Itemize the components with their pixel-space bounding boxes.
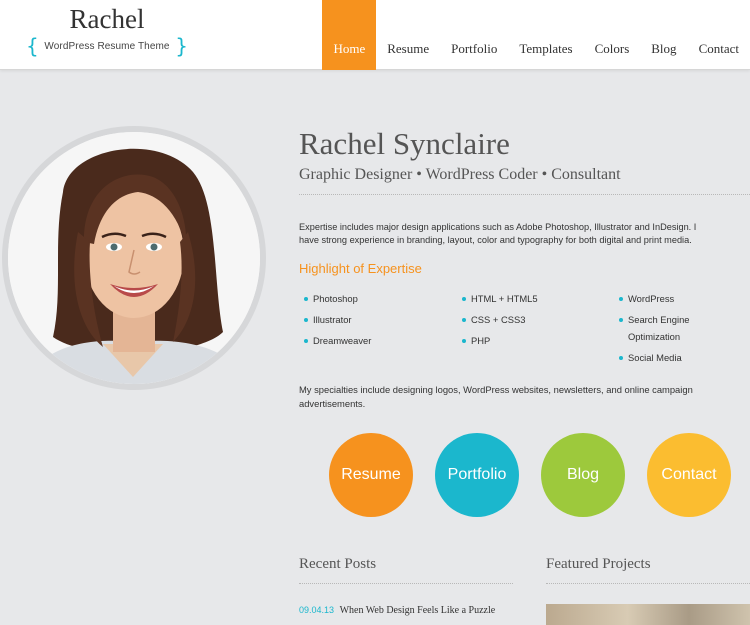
intro-line-2: have strong experience in branding, layo…: [299, 235, 692, 245]
right-brace-icon: }: [175, 34, 188, 58]
intro-text: Expertise includes major design applicat…: [299, 221, 750, 247]
nav-item-resume[interactable]: Resume: [376, 0, 440, 70]
post-date: 09.04.13: [299, 605, 335, 615]
site-tagline: WordPress Resume Theme: [44, 40, 170, 52]
contact-circle-button[interactable]: Contact: [647, 433, 731, 517]
featured-projects-title: Featured Projects: [546, 556, 651, 572]
skill-item: CSS + CSS3: [461, 311, 538, 328]
site-header: Rachel { WordPress Resume Theme } Home R…: [0, 0, 750, 70]
left-brace-icon: {: [26, 34, 39, 58]
post-title-link[interactable]: When Web Design Feels Like a Puzzle: [340, 605, 496, 616]
skill-item: Social Media: [618, 349, 728, 366]
post-item[interactable]: 09.04.13 When Web Design Feels Like a Pu…: [299, 605, 495, 616]
skill-item: Search Engine Optimization: [618, 311, 728, 345]
skills-list-2: HTML + HTML5 CSS + CSS3 PHP: [461, 290, 538, 353]
skill-item: Illustrator: [303, 311, 371, 328]
nav-item-templates[interactable]: Templates: [508, 0, 583, 70]
skill-item: Dreamweaver: [303, 332, 371, 349]
profile-photo-frame: [2, 126, 266, 390]
skills-list-3: WordPress Search Engine Optimization Soc…: [618, 290, 728, 370]
profile-photo: [8, 132, 260, 384]
blog-circle-button[interactable]: Blog: [541, 433, 625, 517]
featured-projects-divider: [546, 583, 750, 584]
resume-circle-button[interactable]: Resume: [329, 433, 413, 517]
specialties-text: My specialties include designing logos, …: [299, 384, 693, 409]
profile-name: Rachel Synclaire: [299, 126, 510, 161]
recent-posts-divider: [299, 583, 513, 584]
nav-item-home[interactable]: Home: [322, 0, 377, 70]
tagline-row: { WordPress Resume Theme }: [26, 35, 188, 57]
intro-line-1: Expertise includes major design applicat…: [299, 222, 697, 232]
nav-item-colors[interactable]: Colors: [584, 0, 641, 70]
main-nav: Home Resume Portfolio Templates Colors B…: [322, 0, 750, 70]
skills-list-1: Photoshop Illustrator Dreamweaver: [303, 290, 371, 353]
woman-portrait-illustration: [8, 132, 260, 384]
nav-item-contact[interactable]: Contact: [688, 0, 750, 70]
skill-item: WordPress: [618, 290, 728, 307]
recent-posts-title: Recent Posts: [299, 556, 377, 572]
nav-item-portfolio[interactable]: Portfolio: [440, 0, 508, 70]
skill-item: HTML + HTML5: [461, 290, 538, 307]
highlights-title: Highlight of Expertise: [299, 261, 422, 276]
section-divider: [299, 194, 750, 195]
skill-item: PHP: [461, 332, 538, 349]
project-thumbnail[interactable]: [546, 604, 750, 625]
nav-item-blog[interactable]: Blog: [640, 0, 687, 70]
skill-item: Photoshop: [303, 290, 371, 307]
portfolio-circle-button[interactable]: Portfolio: [435, 433, 519, 517]
site-logo[interactable]: Rachel { WordPress Resume Theme }: [26, 4, 188, 57]
site-title[interactable]: Rachel: [26, 4, 188, 34]
profile-subtitle: Graphic Designer • WordPress Coder • Con…: [299, 166, 621, 183]
